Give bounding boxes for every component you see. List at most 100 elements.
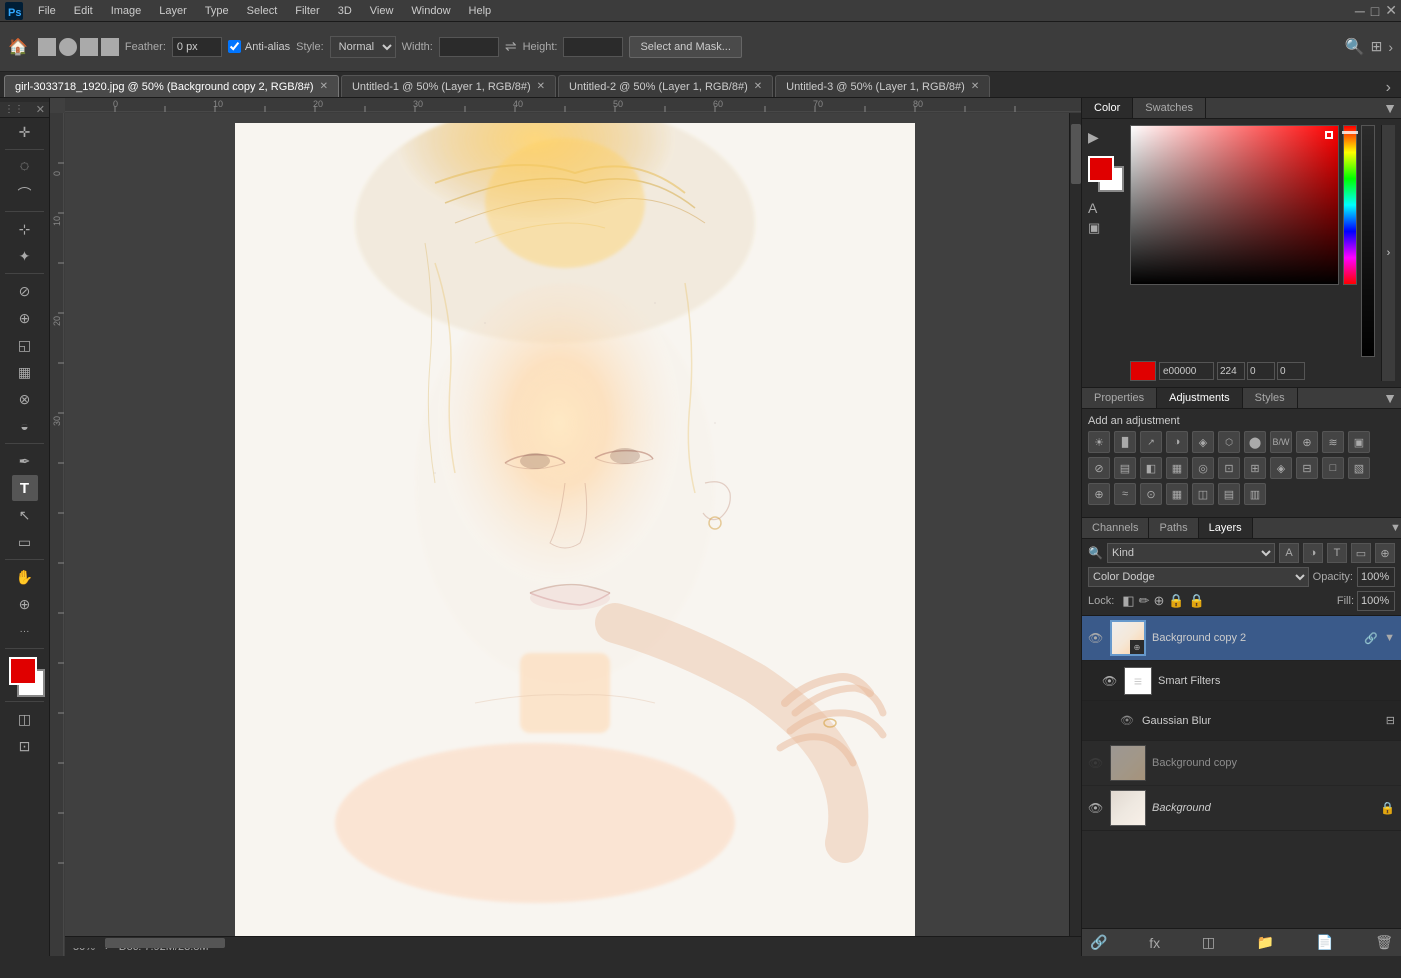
- menu-image[interactable]: Image: [103, 3, 150, 19]
- colorlookup-adj[interactable]: ▣: [1348, 431, 1370, 453]
- hsl-adj[interactable]: ⬡: [1218, 431, 1240, 453]
- minimize-btn[interactable]: ─: [1355, 3, 1365, 19]
- menu-view[interactable]: View: [362, 3, 402, 19]
- canvas-background[interactable]: [65, 113, 1081, 936]
- style-select[interactable]: Normal: [330, 36, 396, 58]
- lock-all-icon[interactable]: 🔒: [1189, 593, 1205, 609]
- new-layer-btn[interactable]: 📄: [1316, 934, 1333, 951]
- tab-girl-image[interactable]: girl-3033718_1920.jpg @ 50% (Background …: [4, 75, 339, 97]
- tools-panel-close[interactable]: ✕: [36, 103, 45, 116]
- dodge-tool[interactable]: ◒: [12, 413, 38, 439]
- more-tools[interactable]: ···: [12, 618, 38, 644]
- adj-11[interactable]: □: [1322, 457, 1344, 479]
- rect-shape-btn[interactable]: [38, 38, 56, 56]
- layer-visibility-smart-filters[interactable]: 👁: [1102, 674, 1118, 688]
- vertical-scrollbar[interactable]: [1069, 113, 1081, 936]
- layer-filter-select[interactable]: Kind: [1107, 543, 1275, 563]
- selective-color-adj[interactable]: ◎: [1192, 457, 1214, 479]
- panel-expand-icon[interactable]: ›: [1388, 39, 1393, 55]
- tab-untitled2[interactable]: Untitled-2 @ 50% (Layer 1, RGB/8#) ✕: [558, 75, 773, 97]
- mask-mode-tool[interactable]: ◫: [12, 706, 38, 732]
- width-input[interactable]: [439, 37, 499, 57]
- levels-adj[interactable]: ▐▌: [1114, 431, 1136, 453]
- lock-paint-icon[interactable]: ✏: [1139, 593, 1150, 609]
- v-scroll-thumb[interactable]: [1071, 124, 1081, 184]
- layer-bg-copy-2[interactable]: 👁 ⊕ Background copy 2 🔗 ▼: [1082, 616, 1401, 661]
- polygonal-lasso-tool[interactable]: ⌒: [12, 181, 38, 207]
- menu-layer[interactable]: Layer: [151, 3, 195, 19]
- new-group-btn[interactable]: 📁: [1257, 934, 1274, 951]
- circle-shape-btn[interactable]: [59, 38, 77, 56]
- tab-swatches[interactable]: Swatches: [1133, 98, 1206, 118]
- tab-styles[interactable]: Styles: [1243, 388, 1298, 408]
- layer-link-icon[interactable]: 🔗: [1364, 632, 1378, 645]
- adj-19[interactable]: ▥: [1244, 483, 1266, 505]
- shape-tool[interactable]: ▭: [12, 529, 38, 555]
- play-icon[interactable]: ▶: [1088, 129, 1124, 146]
- tab-untitled1[interactable]: Untitled-1 @ 50% (Layer 1, RGB/8#) ✕: [341, 75, 556, 97]
- tab-channels[interactable]: Channels: [1082, 518, 1149, 538]
- hue-slider[interactable]: [1343, 125, 1357, 285]
- gradient-tool[interactable]: ▦: [12, 359, 38, 385]
- lock-position-icon[interactable]: 🔒: [1168, 593, 1184, 609]
- adj-16[interactable]: ▦: [1166, 483, 1188, 505]
- foreground-color[interactable]: [9, 657, 37, 685]
- layer-visibility-gaussian[interactable]: 👁: [1120, 714, 1136, 727]
- pen-tool[interactable]: ✒: [12, 448, 38, 474]
- tab-close-1[interactable]: ✕: [320, 81, 328, 92]
- restore-btn[interactable]: □: [1371, 3, 1379, 19]
- channelmix-adj[interactable]: ≋: [1322, 431, 1344, 453]
- screen-mode-tool[interactable]: ⊡: [12, 733, 38, 759]
- adj-8[interactable]: ⊞: [1244, 457, 1266, 479]
- colorbalance-adj[interactable]: ⬤: [1244, 431, 1266, 453]
- lasso-tool[interactable]: ◌: [12, 154, 38, 180]
- layer-visibility-bg-copy[interactable]: 👁: [1088, 756, 1104, 770]
- tools-panel-handle[interactable]: ⋮⋮ ✕: [0, 102, 49, 118]
- height-input[interactable]: [563, 37, 623, 57]
- menu-type[interactable]: Type: [197, 3, 237, 19]
- menu-3d[interactable]: 3D: [330, 3, 360, 19]
- menu-file[interactable]: File: [30, 3, 64, 19]
- home-button[interactable]: 🏠: [8, 37, 28, 57]
- g-input[interactable]: [1247, 362, 1275, 380]
- tab-untitled3[interactable]: Untitled-3 @ 50% (Layer 1, RGB/8#) ✕: [775, 75, 990, 97]
- color-preview-box[interactable]: [1130, 361, 1156, 381]
- tab-close-3[interactable]: ✕: [754, 81, 762, 92]
- tab-paths[interactable]: Paths: [1149, 518, 1198, 538]
- tab-properties[interactable]: Properties: [1082, 388, 1157, 408]
- gaussian-blur-settings[interactable]: ⊟: [1386, 714, 1395, 727]
- filter-type-btn[interactable]: A: [1279, 543, 1299, 563]
- tab-color[interactable]: Color: [1082, 98, 1133, 118]
- curves-adj[interactable]: ↗: [1140, 431, 1162, 453]
- filter-text-btn[interactable]: T: [1327, 543, 1347, 563]
- blur-tool[interactable]: ⊗: [12, 386, 38, 412]
- close-btn[interactable]: ✕: [1385, 2, 1397, 19]
- tab-close-2[interactable]: ✕: [537, 81, 545, 92]
- tab-adjustments[interactable]: Adjustments: [1157, 388, 1243, 408]
- blend-mode-select[interactable]: Color Dodge: [1088, 567, 1309, 587]
- brush-tool[interactable]: ⊘: [12, 278, 38, 304]
- filter-smart-btn[interactable]: ⊕: [1375, 543, 1395, 563]
- tab-layers[interactable]: Layers: [1199, 518, 1253, 538]
- canvas-area[interactable]: 0 10 20 30 40 50 60 70 80: [50, 98, 1081, 956]
- lock-transparent-icon[interactable]: ◧: [1122, 593, 1134, 609]
- select-mask-button[interactable]: Select and Mask...: [629, 36, 742, 58]
- fg-color-swatch[interactable]: [1088, 156, 1114, 182]
- layer-bg-copy[interactable]: 👁 Background copy: [1082, 741, 1401, 786]
- horizontal-scrollbar[interactable]: [65, 936, 1069, 948]
- workspace-icon[interactable]: ⊞: [1371, 38, 1383, 55]
- brightness-adj[interactable]: ☀: [1088, 431, 1110, 453]
- search-icon[interactable]: 🔍: [1345, 37, 1365, 57]
- bw-adj[interactable]: B/W: [1270, 431, 1292, 453]
- eraser-tool[interactable]: ◱: [12, 332, 38, 358]
- layer-visibility-bg[interactable]: 👁: [1088, 801, 1104, 815]
- clone-tool[interactable]: ⊕: [12, 305, 38, 331]
- adj-14[interactable]: ≈: [1114, 483, 1136, 505]
- layer-visibility-bg-copy-2[interactable]: 👁: [1088, 631, 1104, 645]
- type-tool[interactable]: T: [12, 475, 38, 501]
- color-panel-menu[interactable]: ▼: [1383, 100, 1397, 116]
- layers-panel-expand[interactable]: ▼: [1387, 522, 1401, 534]
- link-layers-btn[interactable]: 🔗: [1090, 934, 1107, 951]
- lock-artboard-icon[interactable]: ⊕: [1154, 593, 1165, 609]
- layer-smart-filters[interactable]: 👁 ≡ Smart Filters: [1082, 661, 1401, 701]
